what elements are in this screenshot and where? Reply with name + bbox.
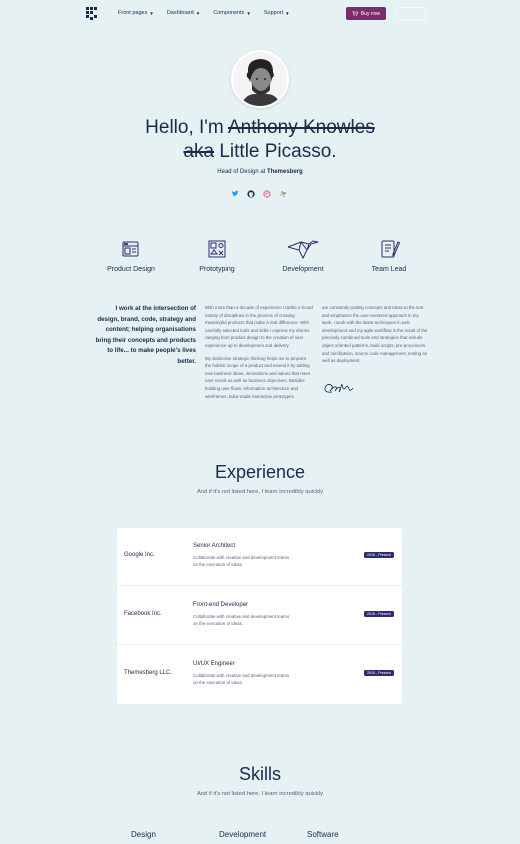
- about-column-2: are constantly putting concepts and idea…: [322, 304, 430, 365]
- experience-company: Themesberg LLC.: [124, 670, 173, 676]
- buy-now-label: Buy now: [360, 10, 381, 17]
- notebook-pen-icon: [381, 240, 400, 258]
- cart-icon: [351, 11, 358, 16]
- hero-struck-aka: aka: [183, 141, 215, 162]
- prototype-icon: [208, 240, 226, 258]
- service-product-design: Product Design: [88, 238, 174, 273]
- experience-description: Collaborate with creative and developmen…: [193, 673, 290, 685]
- nav-item-dashboard[interactable]: Dashboard ▼: [167, 10, 200, 16]
- about-paragraph: My distinctive strategic thinking helps …: [205, 355, 310, 399]
- experience-description: Collaborate with creative and developmen…: [193, 555, 290, 567]
- nav-item-label: Support: [263, 10, 284, 16]
- service-prototyping: Prototyping: [174, 238, 260, 273]
- chevron-down-icon: ▼: [246, 10, 251, 16]
- experience-title: Experience: [214, 462, 306, 482]
- service-team-lead: Team Lead: [346, 238, 432, 273]
- nav-item-label: Components: [213, 10, 245, 16]
- service-label: Product Design: [107, 266, 155, 273]
- about-column-1: With more than a decade of experience I …: [205, 304, 313, 400]
- experience-row: Facebook Inc. Front-end Developer Collab…: [117, 587, 402, 645]
- experience-role: UI/UX Engineer: [193, 661, 235, 667]
- skill-column-heading: Software: [307, 830, 339, 839]
- nav-item-front-pages[interactable]: Front pages ▼: [118, 10, 154, 16]
- experience-subtitle: And if it's not listed here, I learn inc…: [196, 489, 324, 495]
- hero-subtitle: Head of Design at Themesberg: [0, 169, 520, 175]
- experience-date-badge: 2015 - Present: [364, 611, 394, 617]
- experience-row: Themesberg LLC. UI/UX Engineer Collabora…: [117, 646, 402, 704]
- hero-greeting: Hello, I'm: [145, 117, 224, 138]
- hero-title: Hello, I'm Anthony Knowles aka Little Pi…: [0, 116, 520, 164]
- service-label: Prototyping: [199, 266, 235, 273]
- nav-menu: Front pages ▼ Dashboard ▼ Components ▼ Supp…: [118, 10, 290, 16]
- logo-icon[interactable]: [86, 7, 98, 20]
- chevron-down-icon: ▼: [149, 10, 154, 16]
- experience-company: Facebook Inc.: [124, 611, 162, 617]
- nav-item-label: Dashboard: [166, 10, 194, 16]
- social-links: [231, 190, 287, 198]
- buy-now-button[interactable]: Buy now: [346, 7, 386, 20]
- skills-subtitle: And if it's not listed here, I learn inc…: [196, 791, 324, 797]
- chevron-down-icon: ▼: [285, 10, 290, 16]
- nav-item-components[interactable]: Components ▼: [213, 10, 251, 16]
- experience-date-badge: 2015 - Present: [364, 670, 394, 676]
- experience-card: Google Inc. Senior Architect Collaborate…: [117, 528, 402, 704]
- top-navbar: Front pages ▼ Dashboard ▼ Components ▼ Supp…: [0, 0, 520, 28]
- experience-company: Google Inc.: [124, 552, 155, 558]
- twitter-icon[interactable]: [231, 190, 239, 198]
- hero-company: Themesberg: [267, 169, 303, 175]
- service-label: Development: [282, 266, 324, 273]
- signature: [324, 383, 354, 393]
- dribbble-icon[interactable]: [263, 190, 271, 198]
- experience-role: Front-end Developer: [193, 602, 249, 608]
- hero-subtitle-prefix: Head of Design at: [217, 169, 266, 175]
- design-layout-icon: [122, 241, 139, 257]
- nav-item-label: Front pages: [118, 10, 148, 16]
- about-paragraph: are constantly putting concepts and idea…: [322, 305, 428, 364]
- avatar: [231, 50, 289, 108]
- slack-icon[interactable]: [279, 190, 287, 198]
- about-paragraph: With more than a decade of experience I …: [205, 305, 313, 348]
- services-row: Product Design Prototyping Development T…: [88, 238, 432, 273]
- hero-struck-name: Anthony Knowles: [228, 117, 375, 138]
- service-label: Team Lead: [371, 266, 407, 273]
- hero-nickname: Little Picasso.: [219, 141, 337, 162]
- nav-item-support[interactable]: Support ▼: [264, 10, 290, 16]
- secondary-nav-button[interactable]: [396, 7, 426, 20]
- skill-column-heading: Design: [131, 830, 156, 839]
- portrait-illustration: [233, 52, 287, 106]
- github-icon[interactable]: [247, 190, 255, 198]
- service-development: Development: [260, 238, 346, 273]
- origami-bird-icon: [287, 240, 319, 260]
- skills-title: Skills: [238, 764, 281, 784]
- skills-columns: Design Development Software: [0, 830, 520, 844]
- about-lead-text: I work at the intersection of design, br…: [95, 305, 196, 365]
- skill-column-heading: Development: [219, 830, 267, 839]
- experience-row: Google Inc. Senior Architect Collaborate…: [117, 528, 402, 586]
- experience-role: Senior Architect: [193, 543, 236, 549]
- experience-description: Collaborate with creative and developmen…: [193, 614, 290, 626]
- experience-date-badge: 2015 - Present: [364, 552, 394, 558]
- chevron-down-icon: ▼: [195, 10, 201, 16]
